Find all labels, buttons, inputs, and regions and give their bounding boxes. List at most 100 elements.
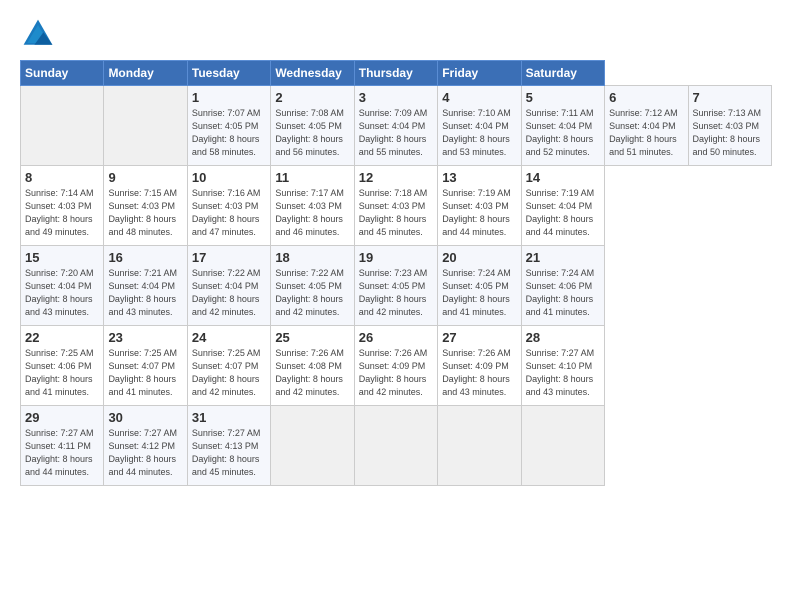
calendar-day [271,406,354,486]
calendar-day: 9 Sunrise: 7:15 AMSunset: 4:03 PMDaylight… [104,166,187,246]
calendar-week-4: 22 Sunrise: 7:25 AMSunset: 4:06 PMDayligh… [21,326,772,406]
day-header-sunday: Sunday [21,61,104,86]
day-info: Sunrise: 7:27 AMSunset: 4:10 PMDaylight:… [526,347,600,399]
calendar-day: 12 Sunrise: 7:18 AMSunset: 4:03 PMDayligh… [354,166,437,246]
day-number: 9 [108,170,182,185]
day-number: 21 [526,250,600,265]
day-number: 4 [442,90,516,105]
day-number: 8 [25,170,99,185]
calendar-day: 20 Sunrise: 7:24 AMSunset: 4:05 PMDayligh… [438,246,521,326]
day-info: Sunrise: 7:19 AMSunset: 4:03 PMDaylight:… [442,187,516,239]
day-number: 24 [192,330,266,345]
calendar-day [438,406,521,486]
calendar-week-1: 1Sunrise: 7:07 AMSunset: 4:05 PMDaylight… [21,86,772,166]
day-info: Sunrise: 7:24 AMSunset: 4:06 PMDaylight:… [526,267,600,319]
calendar-day: 23 Sunrise: 7:25 AMSunset: 4:07 PMDayligh… [104,326,187,406]
header [20,16,772,52]
day-info: Sunrise: 7:09 AMSunset: 4:04 PMDaylight:… [359,107,433,159]
empty-cell [104,86,187,166]
calendar-day: 19Sunrise: 7:23 AMSunset: 4:05 PMDayligh… [354,246,437,326]
day-info: Sunrise: 7:11 AMSunset: 4:04 PMDaylight:… [526,107,600,159]
day-number: 18 [275,250,349,265]
day-number: 22 [25,330,99,345]
calendar-day: 24Sunrise: 7:25 AMSunset: 4:07 PMDayligh… [187,326,270,406]
calendar-header: SundayMondayTuesdayWednesdayThursdayFrid… [21,61,772,86]
day-header-monday: Monday [104,61,187,86]
day-header-wednesday: Wednesday [271,61,354,86]
day-info: Sunrise: 7:13 AMSunset: 4:03 PMDaylight:… [693,107,768,159]
calendar-day: 15 Sunrise: 7:20 AMSunset: 4:04 PMDayligh… [21,246,104,326]
day-header-tuesday: Tuesday [187,61,270,86]
calendar-day: 28 Sunrise: 7:27 AMSunset: 4:10 PMDayligh… [521,326,604,406]
day-number: 19 [359,250,433,265]
day-number: 13 [442,170,516,185]
day-info: Sunrise: 7:15 AMSunset: 4:03 PMDaylight:… [108,187,182,239]
day-info: Sunrise: 7:20 AMSunset: 4:04 PMDaylight:… [25,267,99,319]
day-info: Sunrise: 7:27 AMSunset: 4:13 PMDaylight:… [192,427,266,479]
day-info: Sunrise: 7:25 AMSunset: 4:06 PMDaylight:… [25,347,99,399]
day-info: Sunrise: 7:08 AMSunset: 4:05 PMDaylight:… [275,107,349,159]
day-header-thursday: Thursday [354,61,437,86]
calendar-day: 16 Sunrise: 7:21 AMSunset: 4:04 PMDayligh… [104,246,187,326]
calendar-day [521,406,604,486]
calendar-day: 29Sunrise: 7:27 AMSunset: 4:11 PMDayligh… [21,406,104,486]
day-number: 12 [359,170,433,185]
day-number: 30 [108,410,182,425]
calendar-day: 4 Sunrise: 7:10 AMSunset: 4:04 PMDaylight… [438,86,521,166]
day-number: 14 [526,170,600,185]
calendar-day: 31Sunrise: 7:27 AMSunset: 4:13 PMDayligh… [187,406,270,486]
day-info: Sunrise: 7:22 AMSunset: 4:05 PMDaylight:… [275,267,349,319]
day-number: 26 [359,330,433,345]
logo-icon [20,16,56,52]
calendar-day: 21 Sunrise: 7:24 AMSunset: 4:06 PMDayligh… [521,246,604,326]
calendar-body: 1Sunrise: 7:07 AMSunset: 4:05 PMDaylight… [21,86,772,486]
day-info: Sunrise: 7:26 AMSunset: 4:08 PMDaylight:… [275,347,349,399]
calendar-day: 18 Sunrise: 7:22 AMSunset: 4:05 PMDayligh… [271,246,354,326]
main-container: SundayMondayTuesdayWednesdayThursdayFrid… [0,0,792,612]
day-info: Sunrise: 7:18 AMSunset: 4:03 PMDaylight:… [359,187,433,239]
day-number: 23 [108,330,182,345]
calendar-day: 25Sunrise: 7:26 AMSunset: 4:08 PMDayligh… [271,326,354,406]
day-number: 29 [25,410,99,425]
day-info: Sunrise: 7:25 AMSunset: 4:07 PMDaylight:… [108,347,182,399]
day-number: 11 [275,170,349,185]
day-number: 2 [275,90,349,105]
calendar-day: 27 Sunrise: 7:26 AMSunset: 4:09 PMDayligh… [438,326,521,406]
day-info: Sunrise: 7:12 AMSunset: 4:04 PMDaylight:… [609,107,683,159]
calendar-day: 2 Sunrise: 7:08 AMSunset: 4:05 PMDaylight… [271,86,354,166]
day-info: Sunrise: 7:22 AMSunset: 4:04 PMDaylight:… [192,267,266,319]
empty-cell [21,86,104,166]
day-info: Sunrise: 7:16 AMSunset: 4:03 PMDaylight:… [192,187,266,239]
calendar-day: 5 Sunrise: 7:11 AMSunset: 4:04 PMDaylight… [521,86,604,166]
calendar-day: 6Sunrise: 7:12 AMSunset: 4:04 PMDaylight… [605,86,688,166]
day-number: 28 [526,330,600,345]
day-number: 20 [442,250,516,265]
day-number: 7 [693,90,768,105]
calendar-week-5: 29Sunrise: 7:27 AMSunset: 4:11 PMDayligh… [21,406,772,486]
calendar-day: 11Sunrise: 7:17 AMSunset: 4:03 PMDayligh… [271,166,354,246]
day-number: 3 [359,90,433,105]
day-info: Sunrise: 7:24 AMSunset: 4:05 PMDaylight:… [442,267,516,319]
day-info: Sunrise: 7:21 AMSunset: 4:04 PMDaylight:… [108,267,182,319]
day-info: Sunrise: 7:19 AMSunset: 4:04 PMDaylight:… [526,187,600,239]
calendar-day: 22 Sunrise: 7:25 AMSunset: 4:06 PMDayligh… [21,326,104,406]
day-info: Sunrise: 7:26 AMSunset: 4:09 PMDaylight:… [359,347,433,399]
day-header-saturday: Saturday [521,61,604,86]
day-number: 17 [192,250,266,265]
day-header-friday: Friday [438,61,521,86]
day-info: Sunrise: 7:14 AMSunset: 4:03 PMDaylight:… [25,187,99,239]
day-number: 5 [526,90,600,105]
calendar-day: 26 Sunrise: 7:26 AMSunset: 4:09 PMDayligh… [354,326,437,406]
day-number: 27 [442,330,516,345]
day-info: Sunrise: 7:10 AMSunset: 4:04 PMDaylight:… [442,107,516,159]
calendar-day [354,406,437,486]
day-number: 16 [108,250,182,265]
calendar-day: 1Sunrise: 7:07 AMSunset: 4:05 PMDaylight… [187,86,270,166]
calendar-week-2: 8 Sunrise: 7:14 AMSunset: 4:03 PMDaylight… [21,166,772,246]
calendar-day: 8 Sunrise: 7:14 AMSunset: 4:03 PMDaylight… [21,166,104,246]
day-number: 15 [25,250,99,265]
logo [20,16,60,52]
calendar-day: 13 Sunrise: 7:19 AMSunset: 4:03 PMDayligh… [438,166,521,246]
day-number: 1 [192,90,266,105]
day-info: Sunrise: 7:26 AMSunset: 4:09 PMDaylight:… [442,347,516,399]
